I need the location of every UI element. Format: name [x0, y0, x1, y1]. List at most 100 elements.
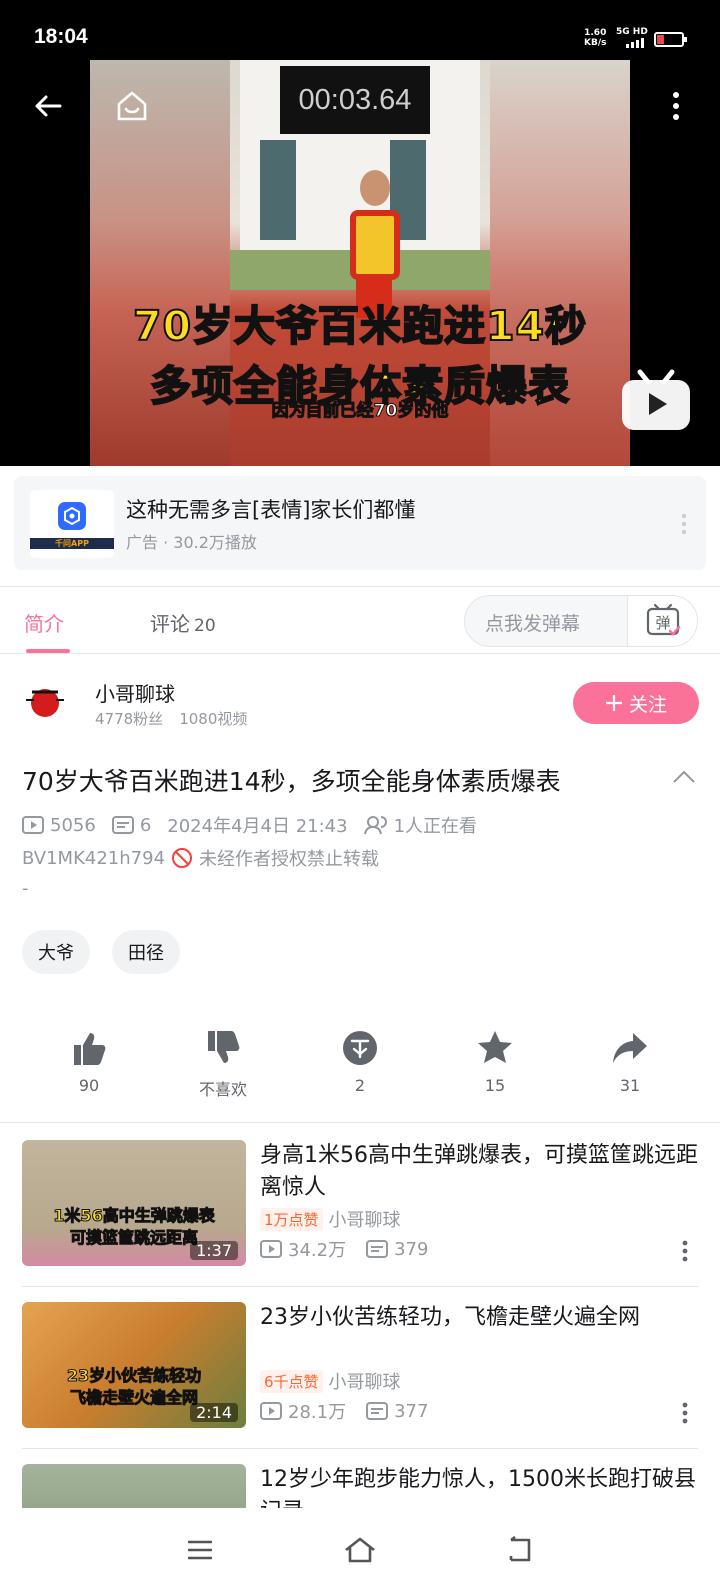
watching-people-icon	[363, 816, 387, 835]
net-speed-value: 1.60	[584, 28, 607, 38]
danmaku-count-icon	[111, 816, 134, 834]
tab-comments[interactable]: 评论 20	[150, 608, 216, 637]
related-divider	[22, 1448, 698, 1449]
video-meta-2: BV1MK421h794 未经作者授权禁止转载	[22, 845, 379, 871]
related-views: 28.1万	[288, 1402, 347, 1423]
home-icon	[345, 1537, 375, 1563]
related-title[interactable]: 23岁小伙苦练轻功，飞檐走壁火遍全网	[260, 1302, 700, 1334]
bilibili-play-icon[interactable]	[620, 368, 692, 432]
battery-level: 9	[665, 33, 673, 44]
status-bar: 18:04 1.60 KB/s 5G HD 9	[0, 0, 720, 60]
qianwen-logo-icon	[58, 502, 86, 530]
video-title: 70岁大爷百米跑进14秒，多项全能身体素质爆表	[22, 767, 561, 796]
bv-id: BV1MK421h794	[22, 847, 166, 869]
net-speed-unit: KB/s	[584, 38, 607, 48]
coin-button[interactable]: 2	[310, 1026, 410, 1095]
video-duration: 2:14	[190, 1403, 238, 1422]
related-stats: 34.2万 379	[260, 1236, 428, 1262]
chevron-up-icon[interactable]	[672, 768, 696, 784]
play-count-icon	[22, 816, 44, 834]
danmaku-count: 6	[139, 814, 152, 836]
back-button[interactable]	[24, 82, 72, 130]
video-duration: 1:37	[190, 1241, 238, 1260]
view-count: 5056	[50, 814, 96, 836]
more-options-button[interactable]	[652, 82, 700, 130]
related-thumbnail[interactable]	[22, 1464, 246, 1508]
thumbs-up-icon	[74, 1033, 106, 1065]
share-icon	[613, 1033, 647, 1063]
favorite-count: 15	[484, 1076, 506, 1095]
no-repost-icon	[172, 848, 193, 868]
uploader-name[interactable]: 小哥聊球	[95, 678, 175, 707]
ad-logo: 千问APP	[30, 490, 114, 558]
tab-comments-label: 评论	[150, 612, 190, 636]
danmaku-input[interactable]: 点我发弹幕	[485, 609, 580, 636]
like-button[interactable]: 90	[39, 1026, 139, 1095]
share-button[interactable]: 31	[580, 1026, 680, 1095]
related-danmaku: 377	[394, 1400, 429, 1422]
signal-icon	[626, 38, 644, 48]
section-divider	[0, 1122, 720, 1123]
dislike-label: 不喜欢	[198, 1080, 247, 1099]
more-vertical-icon[interactable]	[682, 1240, 688, 1262]
like-badge: 1万点赞	[260, 1207, 323, 1231]
video-player[interactable]: 00:03.64 70岁大爷百米跑进14秒 多项全能身体素质爆表 因为目前已经7…	[0, 60, 720, 466]
related-title[interactable]: 身高1米56高中生弹跳爆表，可摸篮筐跳远距离惊人	[260, 1140, 700, 1204]
related-thumbnail[interactable]: 23岁小伙苦练轻功 飞檐走壁火遍全网 2:14	[22, 1302, 246, 1428]
tab-intro[interactable]: 简介	[24, 608, 64, 637]
related-thumbnail[interactable]: 1米56高中生弹跳爆表 可摸篮筐跳远距离 1:37	[22, 1140, 246, 1266]
uploader-avatar[interactable]	[22, 678, 68, 724]
video-subtitle: 因为目前已经70岁的他	[271, 401, 449, 422]
nav-menu-button[interactable]	[170, 1526, 230, 1574]
detail-tabs: 简介 评论 20 点我发弹幕 弹	[0, 586, 720, 654]
uploader-stats: 4778粉丝 1080视频	[95, 708, 247, 729]
nav-home-button[interactable]	[330, 1526, 390, 1574]
danmaku-count-icon	[366, 1402, 389, 1420]
favorite-button[interactable]: 15	[445, 1026, 545, 1095]
plus-icon	[605, 695, 622, 711]
related-views: 34.2万	[288, 1240, 347, 1261]
video-caption-1: 70岁大爷百米跑进14秒	[132, 301, 588, 351]
tab-comments-count: 20	[194, 616, 216, 636]
uploader-videos: 1080视频	[179, 710, 248, 728]
danmaku-toggle-button[interactable]: 弹	[627, 596, 697, 646]
share-count: 31	[619, 1076, 641, 1095]
svg-text:弹: 弹	[655, 614, 670, 632]
related-video-item[interactable]: 23岁小伙苦练轻功 飞檐走壁火遍全网 2:14 23岁小伙苦练轻功，飞檐走壁火遍…	[0, 1302, 720, 1454]
follow-button[interactable]: 关注	[573, 682, 699, 724]
ad-more-icon[interactable]	[680, 512, 688, 536]
more-vertical-icon[interactable]	[682, 1402, 688, 1424]
related-divider	[22, 1286, 698, 1287]
danmaku-input-box[interactable]: 点我发弹幕 弹	[464, 595, 698, 647]
tag-chip[interactable]: 田径	[112, 930, 180, 974]
home-button[interactable]	[108, 82, 156, 130]
ad-title: 这种无需多言[表情]家长们都懂	[126, 498, 416, 522]
net-speed: 1.60 KB/s	[584, 28, 606, 48]
play-count-icon	[260, 1402, 282, 1420]
video-description: -	[22, 878, 29, 899]
battery-icon: 9	[654, 32, 687, 47]
like-count: 90	[78, 1076, 100, 1095]
coin-count: 2	[354, 1076, 366, 1095]
dislike-button[interactable]: 不喜欢	[173, 1026, 273, 1100]
uploader-fans: 4778粉丝	[95, 710, 164, 728]
system-nav-bar	[0, 1508, 720, 1592]
danmaku-icon: 弹	[646, 603, 680, 636]
follow-label: 关注	[628, 693, 667, 716]
race-timer-text: 00:03.64	[298, 84, 412, 116]
related-video-item[interactable]: 12岁少年跑步能力惊人，1500米长跑打破县记录	[0, 1464, 720, 1508]
tag-chip[interactable]: 大爷	[22, 930, 90, 974]
nav-back-button[interactable]	[490, 1526, 550, 1574]
ad-logo-tag: 千问APP	[30, 538, 114, 549]
back-icon	[509, 1536, 531, 1562]
related-title[interactable]: 12岁少年跑步能力惊人，1500米长跑打破县记录	[260, 1464, 700, 1508]
ad-subtitle: 广告 · 30.2万播放	[126, 533, 257, 552]
related-danmaku: 379	[394, 1238, 429, 1260]
menu-icon	[188, 1540, 212, 1560]
action-bar: 90 不喜欢 2 15 31	[0, 1026, 720, 1102]
ad-card[interactable]: 千问APP 这种无需多言[表情]家长们都懂 广告 · 30.2万播放	[14, 476, 706, 570]
race-timer: 00:03.64	[280, 66, 430, 134]
home-icon	[117, 91, 147, 121]
related-video-item[interactable]: 1米56高中生弹跳爆表 可摸篮筐跳远距离 1:37 身高1米56高中生弹跳爆表，…	[0, 1140, 720, 1292]
tab-active-indicator	[26, 649, 70, 653]
